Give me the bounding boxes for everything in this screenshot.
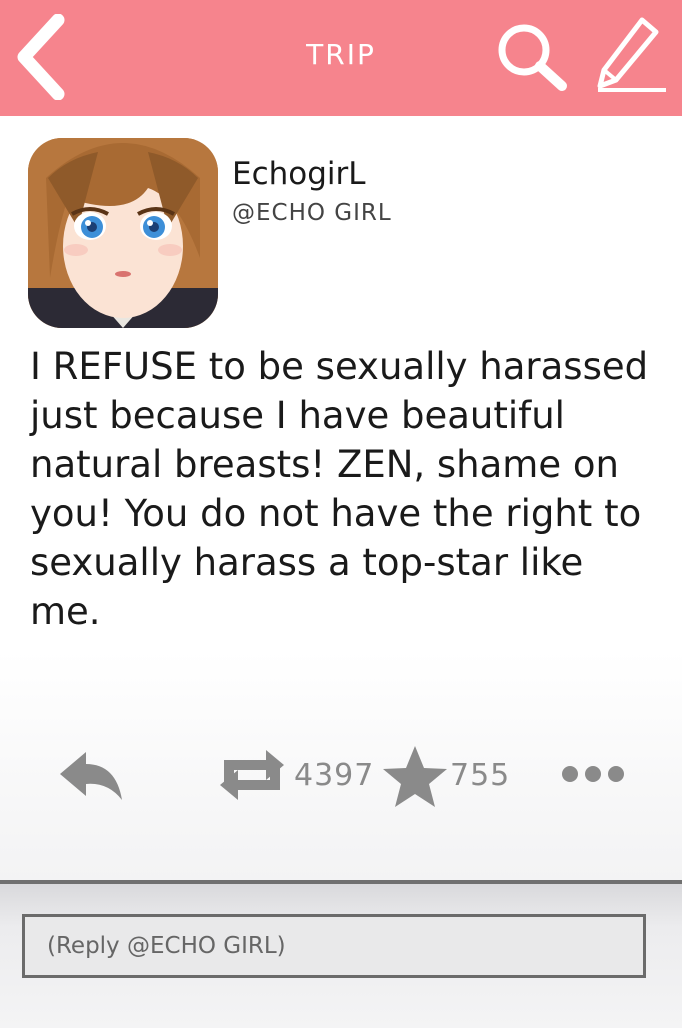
post-card: EchogirL @ECHO GIRL I REFUSE to be sexua… — [0, 116, 682, 880]
search-icon[interactable] — [494, 22, 570, 94]
page-title: TRIP — [306, 38, 376, 71]
header-bar: TRIP — [0, 0, 682, 116]
post-actions: 4397 755 — [0, 744, 682, 814]
user-handle[interactable]: @ECHO GIRL — [232, 200, 392, 226]
star-icon[interactable] — [382, 744, 448, 810]
more-dots-icon[interactable] — [560, 762, 626, 786]
pencil-icon[interactable] — [590, 14, 668, 94]
avatar-portrait — [28, 138, 218, 328]
avatar[interactable] — [28, 138, 218, 328]
retweet-icon[interactable] — [214, 744, 290, 806]
retweet-count: 4397 — [294, 758, 375, 793]
reply-icon[interactable] — [56, 744, 126, 808]
display-name[interactable]: EchogirL — [232, 156, 366, 192]
reply-bar: (Reply @ECHO GIRL) — [0, 880, 682, 1028]
post-body: I REFUSE to be sexually harassed just be… — [30, 345, 649, 633]
favorite-count: 755 — [450, 758, 511, 793]
reply-input[interactable]: (Reply @ECHO GIRL) — [22, 914, 646, 978]
